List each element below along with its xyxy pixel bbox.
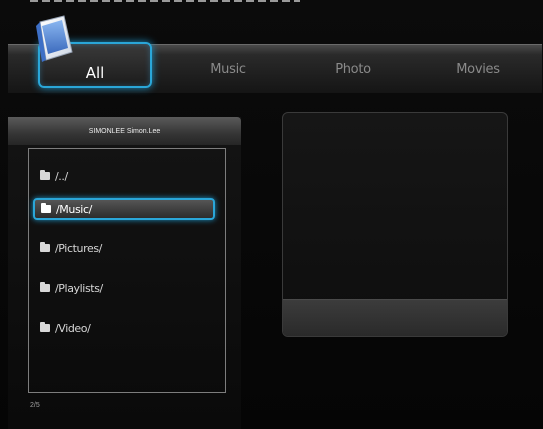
folder-icon xyxy=(40,242,50,252)
folder-item-label: /Playlists/ xyxy=(55,281,103,295)
folder-item-music[interactable]: /Music/ xyxy=(33,198,215,220)
folder-item-label: /Music/ xyxy=(56,202,92,216)
tab-all-label: All xyxy=(85,64,105,82)
top-decorative-strip xyxy=(30,0,300,2)
folder-icon xyxy=(40,322,50,332)
tab-movies-label: Movies xyxy=(456,61,500,77)
folder-item-label: /Pictures/ xyxy=(55,241,102,255)
folder-item-label: /../ xyxy=(55,169,68,183)
folder-item-parent[interactable]: /../ xyxy=(40,166,68,186)
folder-item-pictures[interactable]: /Pictures/ xyxy=(40,238,102,258)
device-name-header: SIMONLEE Simon.Lee xyxy=(8,117,241,145)
folder-icon xyxy=(40,170,50,180)
media-library-logo-icon xyxy=(36,15,73,62)
folder-item-label: /Video/ xyxy=(55,321,91,335)
folder-item-video[interactable]: /Video/ xyxy=(40,318,91,338)
tab-photo-label: Photo xyxy=(335,61,371,77)
tab-photo[interactable]: Photo xyxy=(308,45,398,93)
folder-icon xyxy=(40,282,50,292)
tab-movies[interactable]: Movies xyxy=(428,45,528,93)
preview-info-strip xyxy=(283,299,507,336)
folder-icon xyxy=(41,203,51,213)
device-name-label: SIMONLEE Simon.Lee xyxy=(88,127,161,135)
tab-music[interactable]: Music xyxy=(183,45,273,93)
page-indicator: 2/5 xyxy=(30,402,40,409)
folder-item-playlists[interactable]: /Playlists/ xyxy=(40,278,103,298)
preview-panel xyxy=(282,112,508,337)
tab-music-label: Music xyxy=(210,61,246,77)
